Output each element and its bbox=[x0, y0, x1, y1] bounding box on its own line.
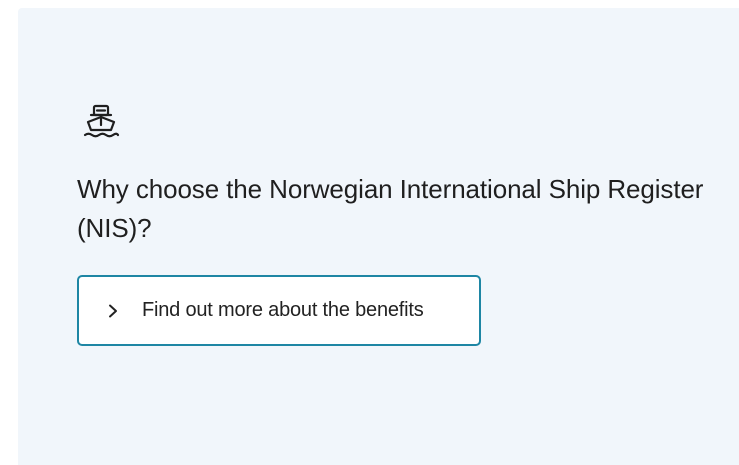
ship-icon bbox=[80, 98, 122, 140]
find-out-more-link[interactable]: Find out more about the benefits bbox=[77, 275, 481, 346]
card-heading: Why choose the Norwegian International S… bbox=[77, 174, 704, 243]
info-card: Why choose the Norwegian International S… bbox=[18, 8, 739, 465]
find-out-more-label: Find out more about the benefits bbox=[142, 299, 424, 321]
chevron-right-icon bbox=[106, 304, 120, 318]
